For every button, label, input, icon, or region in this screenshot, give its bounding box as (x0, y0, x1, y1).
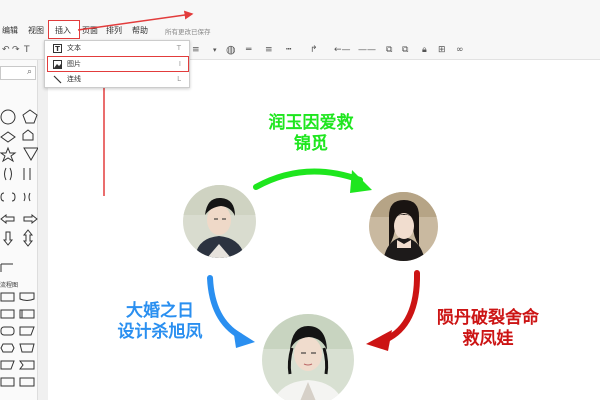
text-icon: T (53, 44, 62, 53)
insert-menu-image[interactable]: 图片 I (45, 57, 189, 72)
insert-dropdown-menu: T 文本 T 图片 I 连线 L (44, 40, 190, 88)
arrow-blue-head (233, 328, 255, 348)
arrow-red-head (366, 330, 392, 351)
caption-left[interactable]: 大婚之日 设计杀旭凤 (110, 301, 210, 343)
caption-left-line2: 设计杀旭凤 (117, 322, 203, 342)
caption-right-line2: 救凤娃 (462, 329, 514, 349)
caption-top[interactable]: 润玉因爱救 锦觅 (255, 113, 367, 155)
connector-icon (53, 75, 62, 84)
arrow-green-line (253, 168, 363, 190)
caption-right-line1: 陨丹破裂舍命 (437, 308, 539, 328)
caption-left-line1: 大婚之日 (126, 301, 194, 321)
arrow-green-head (350, 170, 372, 193)
arrow-blue-line (207, 275, 243, 339)
arrow-red-line (382, 270, 421, 343)
caption-top-line1: 润玉因爱救 (268, 113, 354, 133)
insert-menu-connector[interactable]: 连线 L (45, 72, 189, 87)
image-icon (53, 60, 62, 69)
caption-right[interactable]: 陨丹破裂舍命 救凤娃 (428, 308, 548, 350)
insert-menu-text[interactable]: T 文本 T (45, 41, 189, 56)
annotation-arrow-menu (77, 10, 194, 31)
caption-top-line2: 锦觅 (294, 134, 328, 154)
